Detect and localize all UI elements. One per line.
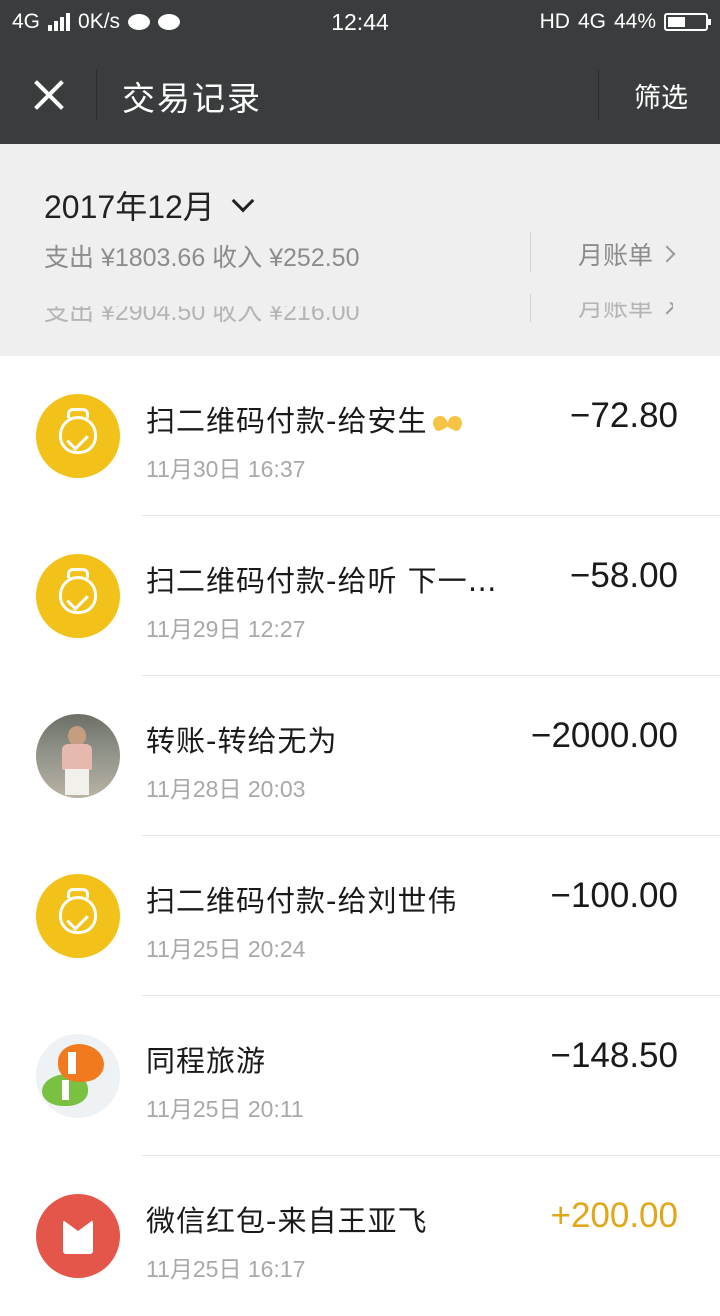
transaction-date: 11月25日 20:11 xyxy=(146,1096,304,1122)
transaction-title: 微信红包-来自王亚飞 xyxy=(146,1204,428,1238)
network-type-right: 4G xyxy=(577,10,606,33)
transaction-date: 11月25日 20:24 xyxy=(146,936,306,962)
transaction-amount: −58.00 xyxy=(569,556,678,595)
red-packet-icon xyxy=(36,1194,120,1278)
wallet-icon xyxy=(36,874,120,958)
transaction-amount: −148.50 xyxy=(550,1036,679,1075)
monthly-bill-link[interactable]: 月账单 xyxy=(578,236,676,272)
chevron-right-icon xyxy=(658,245,676,263)
transaction-title: 扫二维码付款-给安生 xyxy=(146,398,465,440)
transaction-amount: −2000.00 xyxy=(531,716,678,755)
battery-icon xyxy=(664,13,711,31)
transaction-row[interactable]: 扫二维码付款-给安生 11月30日 16:37 −72.80 xyxy=(0,356,720,516)
monthly-bill-label: 月账单 xyxy=(578,241,654,270)
transaction-date: 11月25日 16:17 xyxy=(146,1256,306,1282)
wallet-icon xyxy=(36,554,120,638)
transaction-date: 11月29日 12:27 xyxy=(146,616,306,642)
transaction-row[interactable]: 转账-转给无为 11月28日 20:03 −2000.00 xyxy=(0,676,720,836)
ghost-month-summary: 支出 ¥2904.50 收入 ¥216.00 xyxy=(44,298,360,326)
transaction-title: 转账-转给无为 xyxy=(146,724,338,758)
divider xyxy=(598,70,599,120)
transaction-amount: −100.00 xyxy=(550,876,679,915)
transaction-amount: −72.80 xyxy=(569,396,678,435)
month-header: 2017年12月 支出 ¥1803.66 收入 ¥252.50 月账单 支出 ¥… xyxy=(0,144,720,356)
transaction-row[interactable]: 扫二维码付款-给刘世伟 11月25日 20:24 −100.00 xyxy=(0,836,720,996)
battery-percent: 44% xyxy=(613,10,656,33)
transaction-date: 11月30日 16:37 xyxy=(146,456,306,482)
close-icon[interactable] xyxy=(22,68,76,122)
transaction-amount: +200.00 xyxy=(550,1196,679,1235)
chevron-right-icon xyxy=(658,302,674,315)
title-bar: 交易记录 筛选 xyxy=(0,46,720,144)
transaction-list: 扫二维码付款-给安生 11月30日 16:37 −72.80 扫二维码付款-给听… xyxy=(0,356,720,1316)
transaction-row[interactable]: 微信红包-来自王亚飞 11月25日 16:17 +200.00 xyxy=(0,1156,720,1316)
fish-logo-icon xyxy=(36,1034,120,1118)
divider xyxy=(530,294,531,322)
status-right: HD 4G 44% xyxy=(539,10,711,34)
divider xyxy=(530,232,531,272)
page-title: 交易记录 xyxy=(122,79,262,118)
hands-emoji-icon xyxy=(431,414,465,432)
transaction-row[interactable]: 同程旅游 11月25日 20:11 −148.50 xyxy=(0,996,720,1156)
divider xyxy=(96,70,97,120)
month-summary: 支出 ¥1803.66 收入 ¥252.50 xyxy=(44,244,360,272)
user-avatar xyxy=(36,714,120,798)
chevron-down-icon xyxy=(231,189,255,213)
status-bar: 4G 0K/s 12:44 HD 4G 44% xyxy=(0,0,720,46)
filter-button[interactable]: 筛选 xyxy=(634,76,688,115)
transaction-title: 同程旅游 xyxy=(146,1044,267,1078)
transaction-row[interactable]: 扫二维码付款-给听 下一… 11月29日 12:27 −58.00 xyxy=(0,516,720,676)
month-label: 2017年12月 xyxy=(44,189,215,225)
hd-label: HD xyxy=(539,10,570,33)
transaction-title: 扫二维码付款-给听 下一… xyxy=(146,564,498,598)
ghost-monthly-bill-label: 月账单 xyxy=(578,293,654,322)
wallet-icon xyxy=(36,394,120,478)
transaction-date: 11月28日 20:03 xyxy=(146,776,306,802)
month-selector[interactable]: 2017年12月 xyxy=(44,182,255,228)
ghost-monthly-bill: 月账单 xyxy=(578,293,674,324)
transaction-title: 扫二维码付款-给刘世伟 xyxy=(146,884,458,918)
